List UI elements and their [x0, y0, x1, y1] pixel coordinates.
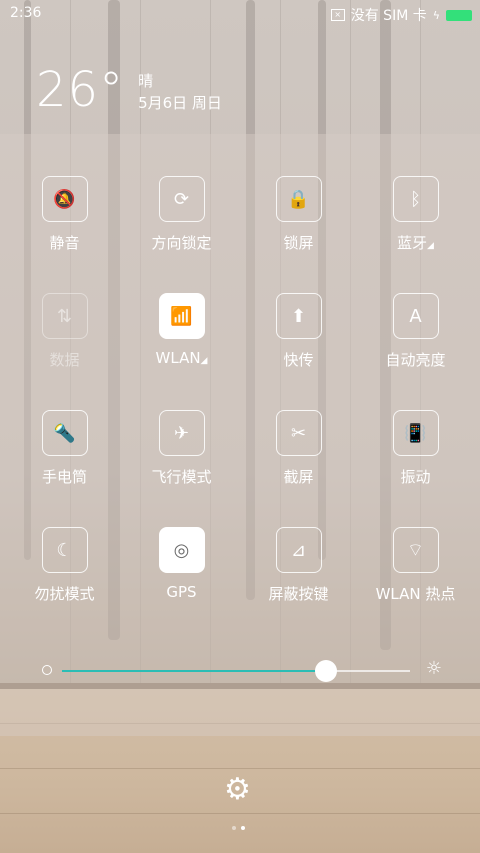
tile-wifi[interactable]: 📶 WLAN◢	[123, 293, 240, 393]
bluetooth-icon[interactable]: ᛒ	[392, 176, 439, 222]
share-icon[interactable]: ⬆	[275, 293, 322, 339]
block-keys-icon[interactable]: ⊿	[275, 527, 322, 573]
tile-label: 手电筒	[6, 466, 123, 487]
tile-label-text: 数据	[49, 351, 80, 369]
brightness-high-icon: ☼	[425, 658, 442, 679]
wifi-icon[interactable]: 📶	[158, 293, 205, 339]
tile-lock[interactable]: 🔒 锁屏	[240, 176, 357, 276]
tile-label: 方向锁定	[123, 232, 240, 253]
status-bar: 2:36 × 没有 SIM 卡 ϟ	[0, 0, 480, 28]
tile-label-text: 屏蔽按键	[268, 585, 329, 603]
tile-moon[interactable]: ☾ 勿扰模式	[6, 527, 123, 627]
tile-label: WLAN 热点	[357, 583, 474, 604]
temperature: 26°	[36, 62, 125, 118]
brightness-track[interactable]	[62, 660, 410, 682]
brightness-fill	[62, 670, 327, 672]
tile-label: 截屏	[240, 466, 357, 487]
airplane-icon[interactable]: ✈	[158, 410, 205, 456]
tile-label: 数据	[6, 349, 123, 370]
tile-auto-brightness[interactable]: A 自动亮度	[357, 293, 474, 393]
tile-airplane[interactable]: ✈ 飞行模式	[123, 410, 240, 510]
tile-rotation-lock[interactable]: ⟳ 方向锁定	[123, 176, 240, 276]
status-time: 2:36	[10, 5, 42, 21]
moon-icon[interactable]: ☾	[41, 527, 88, 573]
hotspot-icon[interactable]: ⌔	[392, 527, 439, 573]
sim-card-icon: ×	[330, 9, 345, 21]
tile-gps[interactable]: ◎ GPS	[123, 527, 240, 627]
expand-indicator-icon: ◢	[200, 356, 208, 366]
flashlight-icon[interactable]: 🔦	[41, 410, 88, 456]
tile-label-text: 锁屏	[283, 234, 314, 252]
tile-flashlight[interactable]: 🔦 手电筒	[6, 410, 123, 510]
screenshot-icon[interactable]: ✂	[275, 410, 322, 456]
tile-label: 静音	[6, 232, 123, 253]
no-sim-text: 没有 SIM 卡	[350, 8, 427, 24]
tile-block-keys[interactable]: ⊿ 屏蔽按键	[240, 527, 357, 627]
tile-screenshot[interactable]: ✂ 截屏	[240, 410, 357, 510]
tile-label: 屏蔽按键	[240, 583, 357, 604]
tile-label: 勿扰模式	[6, 583, 123, 604]
tile-label-text: GPS	[166, 583, 197, 601]
data-icon[interactable]: ⇅	[41, 293, 88, 339]
tile-label-text: 快传	[283, 351, 314, 369]
page-indicator	[232, 826, 245, 830]
tile-bell-off[interactable]: 🔕 静音	[6, 176, 123, 276]
tile-label: GPS	[123, 583, 240, 601]
tile-label-text: 手电筒	[41, 468, 87, 486]
lock-icon[interactable]: 🔒	[275, 176, 322, 222]
tile-label: 快传	[240, 349, 357, 370]
tile-label-text: WLAN 热点	[375, 585, 456, 603]
page-dot	[232, 826, 236, 830]
tile-label-text: 静音	[49, 234, 80, 252]
tile-bluetooth[interactable]: ᛒ 蓝牙◢	[357, 176, 474, 276]
rotation-lock-icon[interactable]: ⟳	[158, 176, 205, 222]
tile-hotspot[interactable]: ⌔ WLAN 热点	[357, 527, 474, 627]
tile-label-text: 截屏	[283, 468, 314, 486]
tile-label-text: 勿扰模式	[34, 585, 95, 603]
tile-share[interactable]: ⬆ 快传	[240, 293, 357, 393]
brightness-low-icon	[42, 665, 52, 675]
tile-label: 蓝牙◢	[357, 232, 474, 253]
tile-data[interactable]: ⇅ 数据	[6, 293, 123, 393]
battery-icon	[446, 9, 472, 21]
auto-brightness-icon[interactable]: A	[392, 293, 439, 339]
tile-vibrate[interactable]: 📳 振动	[357, 410, 474, 510]
weather-condition: 晴	[138, 72, 154, 90]
tile-label: WLAN◢	[123, 349, 240, 367]
gps-icon[interactable]: ◎	[158, 527, 205, 573]
tile-label: 自动亮度	[357, 349, 474, 370]
settings-gear-icon[interactable]: ⚙	[224, 772, 251, 807]
tile-label: 飞行模式	[123, 466, 240, 487]
tile-label: 锁屏	[240, 232, 357, 253]
weather-date: 5月6日 周日	[138, 94, 222, 112]
brightness-knob[interactable]	[315, 660, 338, 682]
tile-label: 振动	[357, 466, 474, 487]
bell-off-icon[interactable]: 🔕	[41, 176, 88, 222]
tile-label-text: 振动	[400, 468, 431, 486]
brightness-slider[interactable]: ☼	[42, 656, 442, 686]
tile-label-text: 自动亮度	[385, 351, 446, 369]
weather-widget[interactable]: 26° 晴 5月6日 周日	[36, 64, 222, 116]
tile-label-text: 方向锁定	[151, 234, 212, 252]
vibrate-icon[interactable]: 📳	[392, 410, 439, 456]
tile-label-text: WLAN	[155, 349, 201, 367]
tile-label-text: 飞行模式	[151, 468, 212, 486]
page-dot	[241, 826, 245, 830]
charging-icon: ϟ	[432, 8, 440, 22]
expand-indicator-icon: ◢	[427, 241, 434, 251]
tile-label-text: 蓝牙	[397, 234, 428, 252]
